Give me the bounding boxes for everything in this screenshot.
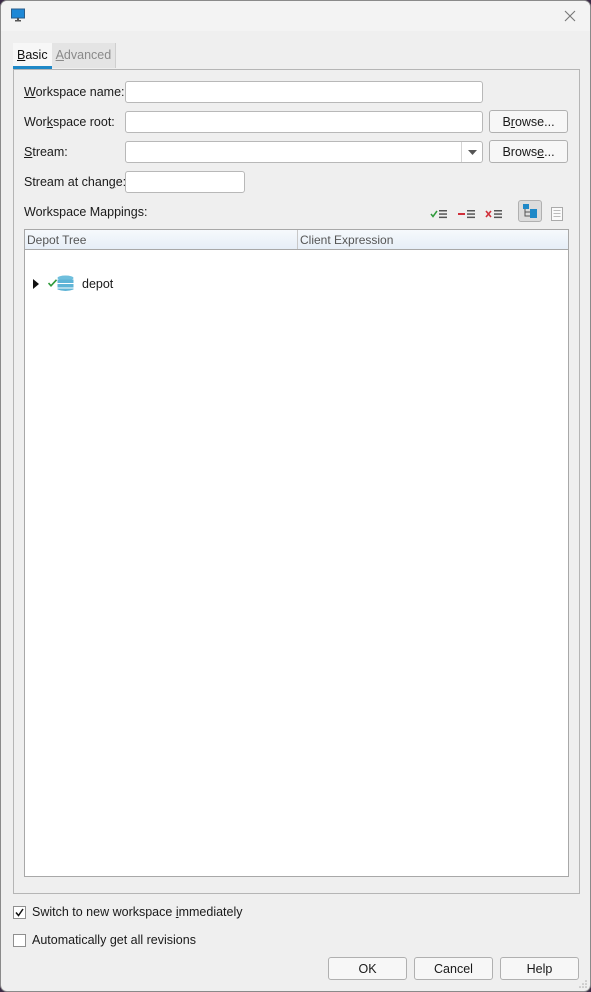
tab-basic[interactable]: Basic	[13, 43, 52, 69]
tree-header: Depot Tree Client Expression	[25, 230, 568, 250]
text-view-icon	[551, 207, 563, 221]
tab-advanced[interactable]: Advanced	[51, 43, 117, 68]
workspace-mappings-label: Workspace Mappings:	[24, 205, 148, 219]
depot-icon	[57, 275, 74, 291]
switch-workspace-checkbox[interactable]	[13, 906, 26, 919]
help-button[interactable]: Help	[500, 957, 579, 980]
workspace-name-field[interactable]	[125, 81, 483, 103]
switch-workspace-label[interactable]: Switch to new workspace immediately	[32, 905, 243, 919]
chevron-down-icon	[467, 149, 477, 155]
text-view-toggle[interactable]	[546, 203, 568, 225]
exclude-mapping-button[interactable]	[456, 203, 478, 225]
stream-at-change-label: Stream at change:	[24, 175, 127, 189]
workspace-name-input[interactable]	[126, 82, 482, 102]
workspace-root-field[interactable]	[125, 111, 483, 133]
expand-arrow-icon[interactable]	[33, 279, 39, 289]
tree-node-label: depot	[82, 277, 114, 291]
remove-mapping-icon	[485, 210, 502, 219]
stream-input[interactable]	[126, 142, 462, 162]
tab-bar: Basic Advanced	[13, 43, 117, 70]
mappings-tree[interactable]: Depot Tree Client Expression depot	[24, 229, 569, 877]
ok-button[interactable]: OK	[328, 957, 407, 980]
stream-at-change-input[interactable]	[126, 172, 244, 192]
checkmark-icon	[15, 908, 24, 917]
remove-mapping-button[interactable]	[483, 203, 505, 225]
stream-label: Stream:	[24, 145, 68, 159]
workspace-root-input[interactable]	[126, 112, 482, 132]
title-bar	[1, 1, 590, 31]
include-mapping-icon	[430, 210, 447, 219]
cancel-button[interactable]: Cancel	[414, 957, 493, 980]
column-depot-tree[interactable]: Depot Tree	[25, 230, 86, 249]
column-client-expression[interactable]: Client Expression	[298, 230, 393, 249]
stream-at-change-field[interactable]	[125, 171, 245, 193]
stream-dropdown-button[interactable]	[461, 142, 482, 162]
mapped-check-icon	[48, 279, 57, 287]
browse-root-button[interactable]: Br owse...	[489, 110, 568, 133]
auto-get-revisions-label[interactable]: Automatically get all revisions	[32, 933, 196, 947]
workspace-root-label: Workspace root:	[24, 115, 115, 129]
stream-combo[interactable]	[125, 141, 483, 163]
workspace-name-label: Workspace name:	[24, 85, 125, 99]
basic-tab-panel: Workspace name: Workspace root: Br owse..…	[13, 69, 580, 894]
resize-grip-icon[interactable]	[578, 979, 588, 989]
auto-get-revisions-checkbox[interactable]	[13, 934, 26, 947]
close-icon	[564, 10, 576, 22]
tree-view-icon	[523, 204, 537, 218]
workspace-dialog: Basic Advanced Workspace name: Workspace…	[0, 0, 591, 992]
include-mapping-button[interactable]	[428, 203, 450, 225]
monitor-icon	[11, 8, 25, 22]
exclude-mapping-icon	[458, 210, 475, 219]
browse-stream-button[interactable]: Brows e...	[489, 140, 568, 163]
close-button[interactable]	[550, 1, 590, 31]
tree-view-toggle[interactable]	[518, 200, 542, 222]
tree-row-depot[interactable]: depot	[25, 272, 568, 296]
